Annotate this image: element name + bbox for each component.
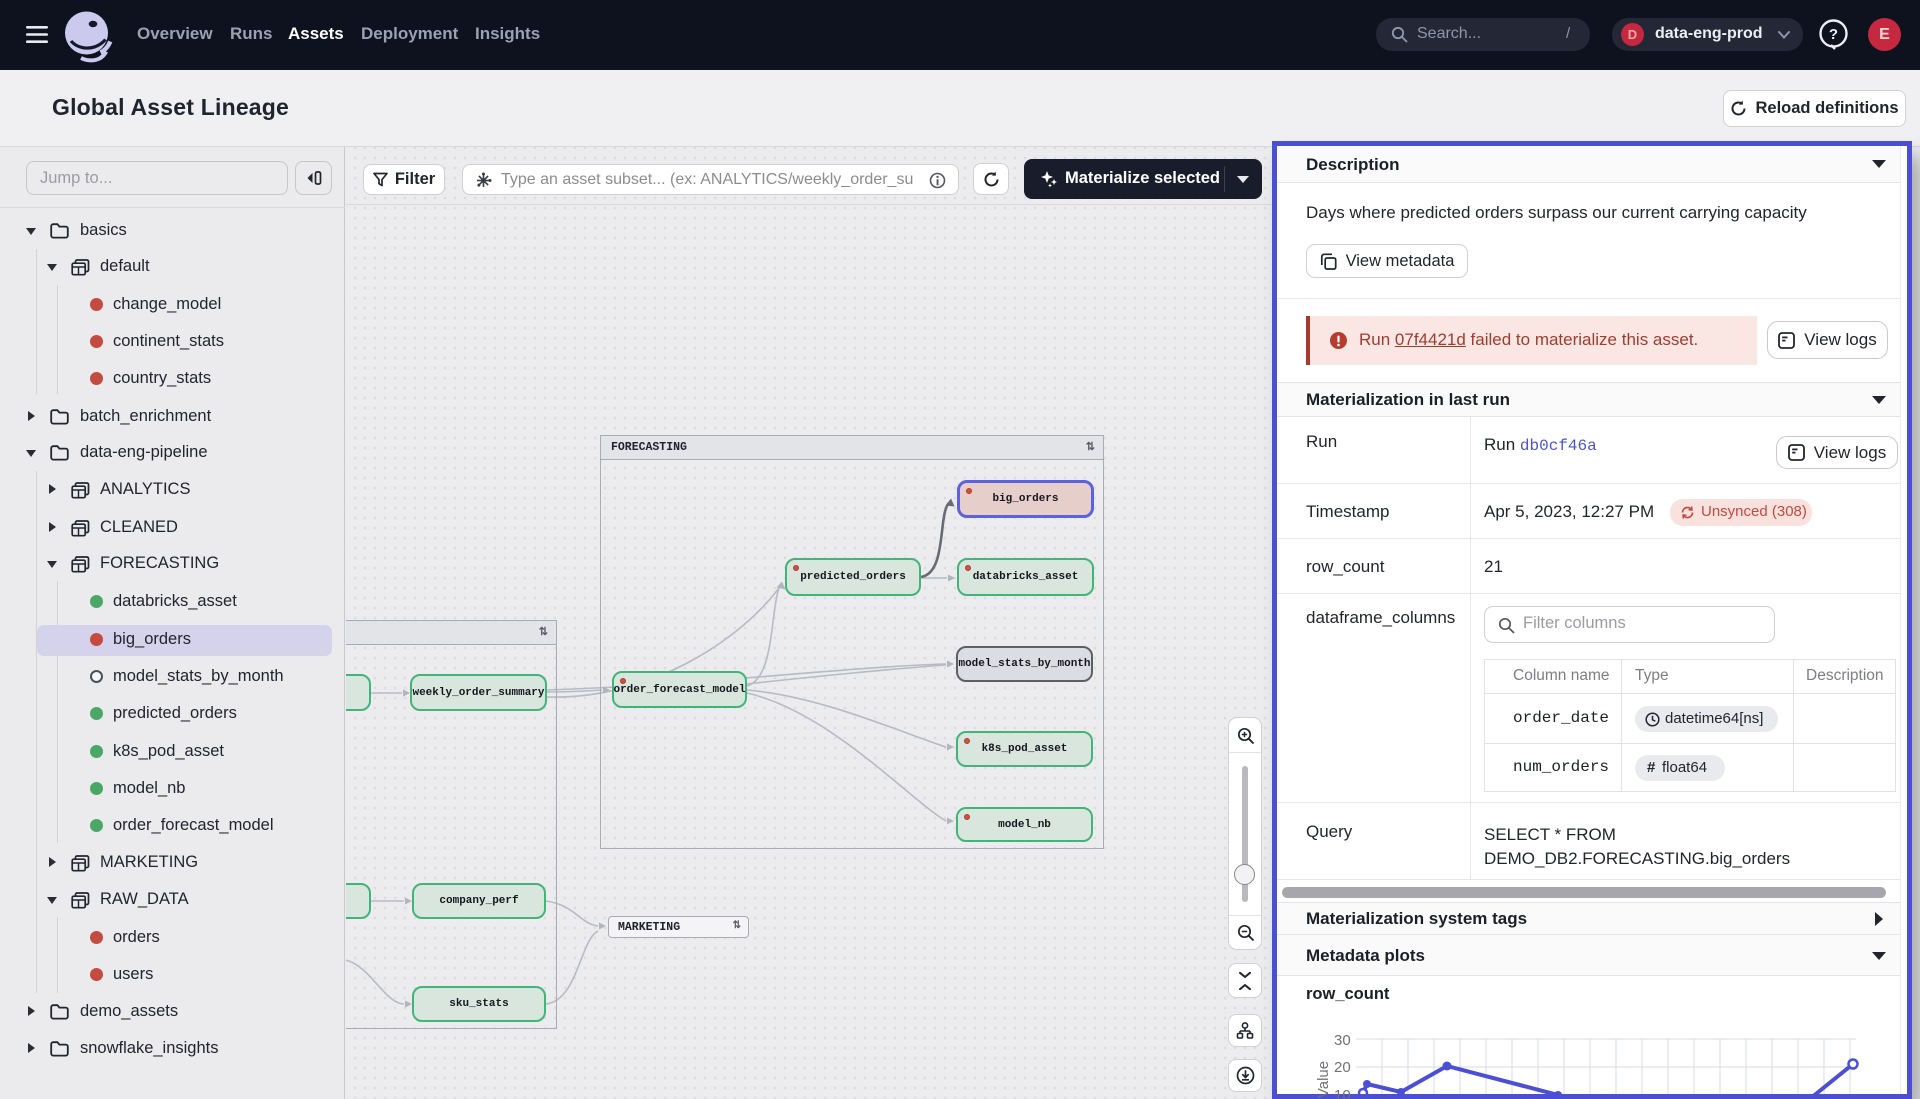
svg-text:?: ? — [1829, 26, 1838, 43]
